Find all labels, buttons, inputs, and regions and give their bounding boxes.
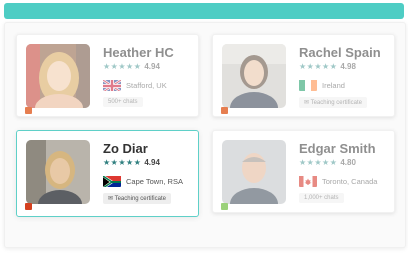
status-indicator [221,107,228,114]
tutor-rating: ★★★★★ 4.94 [103,62,160,71]
tutor-name[interactable]: Edgar Smith [299,141,376,156]
tutor-card-rachel[interactable]: Rachel Spain ★★★★★ 4.98 Ireland ✉︎ Teach… [212,34,395,117]
tutor-badge-label: Teaching certificate [114,196,166,202]
location-row: Ireland [299,79,345,91]
chat-bubble-icon: ✉︎ [108,196,114,202]
location-row: Stafford, UK [103,79,167,91]
tutor-avatar [26,44,90,108]
tutor-avatar [222,140,286,204]
tutor-location: Cape Town, RSA [126,176,183,186]
star-rating-icon: ★★★★★ [103,158,142,167]
rating-value: 4.94 [144,158,160,167]
tutor-card-zo[interactable]: Zo Diar ★★★★★ 4.94 Cape Town, RSA ✉︎ Tea… [16,130,199,217]
star-rating-icon: ★★★★★ [103,62,142,71]
location-row: Toronto, Canada [299,175,377,187]
canada-flag-icon [299,175,317,187]
tutor-badge: ✉︎ Teaching certificate [299,97,367,108]
tutor-name[interactable]: Heather HC [103,45,174,60]
tutor-location: Toronto, Canada [322,176,378,186]
south-africa-flag-icon [103,175,121,187]
status-indicator [221,203,228,210]
header-bar [4,3,404,19]
tutor-avatar [26,140,90,204]
star-rating-icon: ★★★★★ [299,158,338,167]
tutor-badge-label: Teaching certificate [310,100,362,106]
rating-value: 4.80 [340,158,356,167]
tutor-card-heather[interactable]: Heather HC ★★★★★ 4.94 Stafford, UK 500+ … [16,34,199,117]
tutor-location: Ireland [322,80,345,90]
tutor-badge: ✉︎ Teaching certificate [103,193,171,204]
ireland-flag-icon [299,79,317,91]
tutor-badge: 1,000+ chats [299,193,344,203]
star-rating-icon: ★★★★★ [299,62,338,71]
tutor-location: Stafford, UK [126,80,167,90]
rating-value: 4.98 [340,62,356,71]
tutor-card-edgar[interactable]: Edgar Smith ★★★★★ 4.80 Toronto, Canada 1… [212,130,395,213]
tutor-name[interactable]: Rachel Spain [299,45,381,60]
tutor-list-panel: Heather HC ★★★★★ 4.94 Stafford, UK 500+ … [4,22,406,248]
location-row: Cape Town, RSA [103,175,183,187]
chat-bubble-icon: ✉︎ [304,100,310,106]
status-indicator [25,203,32,210]
tutor-rating: ★★★★★ 4.98 [299,62,356,71]
tutor-avatar [222,44,286,108]
tutor-rating: ★★★★★ 4.94 [103,158,160,167]
tutor-name[interactable]: Zo Diar [103,141,148,156]
uk-flag-icon [103,79,121,91]
status-indicator [25,107,32,114]
rating-value: 4.94 [144,62,160,71]
tutor-badge: 500+ chats [103,97,143,107]
tutor-rating: ★★★★★ 4.80 [299,158,356,167]
